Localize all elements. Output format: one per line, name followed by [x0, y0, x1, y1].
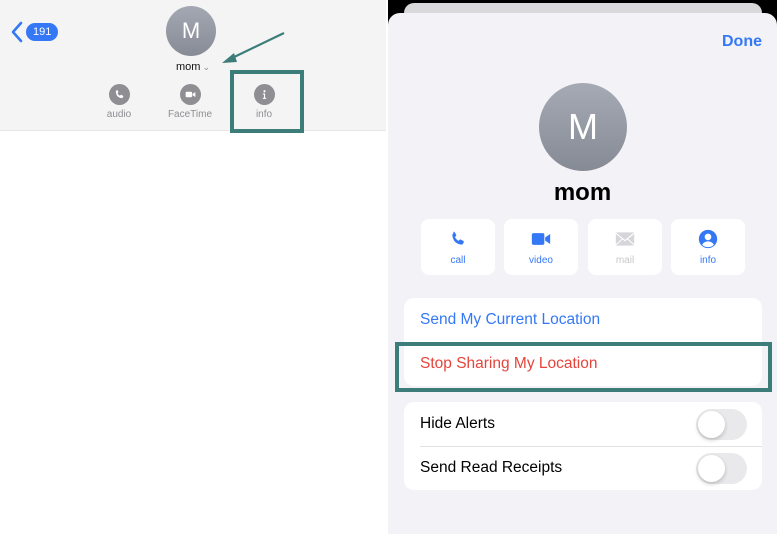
call-button[interactable]: call	[421, 219, 495, 275]
unread-count-badge: 191	[26, 23, 59, 41]
info-button[interactable]: info	[234, 84, 294, 120]
video-label: video	[529, 255, 553, 266]
back-button[interactable]: 191	[11, 21, 59, 43]
stop-sharing-location-button[interactable]: Stop Sharing My Location	[404, 342, 762, 386]
details-screen: Done M mom call video mail info Send My …	[388, 0, 777, 534]
hide-alerts-row: Hide Alerts	[404, 402, 762, 446]
hide-alerts-label: Hide Alerts	[420, 415, 495, 432]
facetime-button[interactable]: FaceTime	[160, 84, 220, 120]
audio-label: audio	[106, 109, 132, 120]
video-camera-icon	[179, 84, 201, 105]
audio-button[interactable]: audio	[89, 84, 149, 120]
location-group: Send My Current Location Stop Sharing My…	[404, 298, 762, 386]
contact-name-button[interactable]: mom ⌄	[0, 61, 386, 73]
send-current-location-button[interactable]: Send My Current Location	[404, 298, 762, 342]
settings-group: Hide Alerts Send Read Receipts	[404, 402, 762, 490]
conversation-screen: 191 M mom ⌄ audio FaceTime info	[0, 0, 386, 534]
conversation-header: 191 M mom ⌄ audio FaceTime info	[0, 0, 386, 131]
info-label: info	[699, 255, 717, 266]
chevron-down-icon: ⌄	[202, 62, 210, 72]
call-label: call	[450, 255, 466, 266]
facetime-label: FaceTime	[167, 109, 213, 120]
toggle-knob	[698, 455, 725, 482]
info-label: info	[255, 109, 273, 120]
send-read-receipts-row: Send Read Receipts	[404, 446, 762, 490]
mail-button[interactable]: mail	[588, 219, 662, 275]
toggle-knob	[698, 411, 725, 438]
mail-label: mail	[615, 255, 635, 266]
send-read-receipts-toggle[interactable]	[696, 453, 747, 484]
contact-avatar-large: M	[539, 83, 627, 171]
envelope-icon	[615, 232, 635, 246]
video-camera-icon	[531, 233, 551, 245]
person-circle-icon	[698, 229, 718, 249]
info-icon	[253, 84, 275, 105]
done-button[interactable]: Done	[722, 33, 762, 51]
phone-icon	[452, 231, 464, 245]
hide-alerts-toggle[interactable]	[696, 409, 747, 440]
contact-name-title: mom	[553, 179, 612, 206]
contact-name: mom	[176, 61, 201, 73]
info-button[interactable]: info	[671, 219, 745, 275]
chevron-left-icon	[11, 21, 23, 43]
video-button[interactable]: video	[504, 219, 578, 275]
send-read-receipts-label: Send Read Receipts	[420, 459, 563, 476]
contact-avatar[interactable]: M	[166, 6, 216, 56]
phone-icon	[108, 84, 130, 105]
